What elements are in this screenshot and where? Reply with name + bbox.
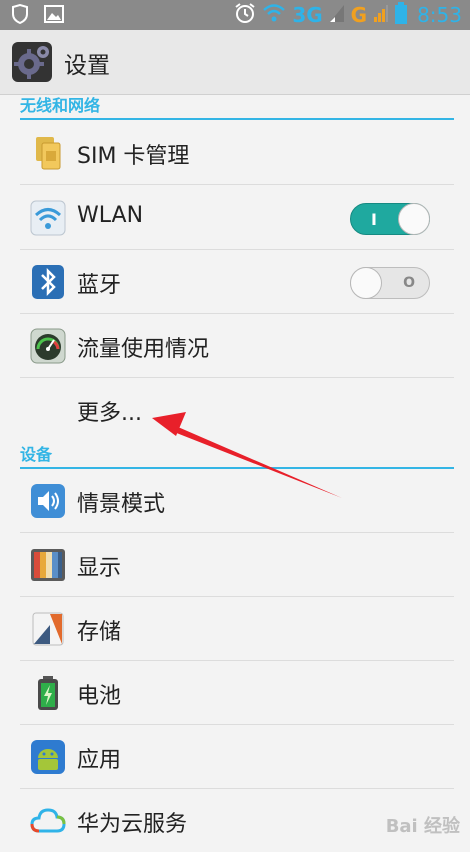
speedometer-icon <box>30 328 66 364</box>
settings-item-label: 更多... <box>77 401 142 426</box>
settings-item-label: 情景模式 <box>77 492 166 517</box>
page-title: 设置 <box>64 53 110 79</box>
settings-item-label: SIM 卡管理 <box>77 144 190 169</box>
settings-item-label: 华为云服务 <box>77 812 188 837</box>
settings-item-wlan[interactable]: WLAN I <box>20 185 454 250</box>
section-title: 无线和网络 <box>20 96 101 115</box>
alarm-icon <box>234 2 256 28</box>
toggle-on-mark: I <box>371 210 377 229</box>
settings-item-more[interactable]: 更多... <box>20 377 454 441</box>
settings-item-label: 蓝牙 <box>77 273 122 298</box>
android-icon <box>30 739 66 775</box>
signal-icon <box>373 3 389 27</box>
settings-item-label: WLAN <box>77 203 144 228</box>
settings-item-label: 流量使用情况 <box>77 337 210 362</box>
settings-item-apps[interactable]: 应用 <box>20 724 454 789</box>
cloud-icon <box>30 803 66 839</box>
speaker-icon <box>30 483 66 519</box>
battery-icon <box>30 675 66 711</box>
network-3g-label: 3G <box>292 3 323 27</box>
action-bar: 设置 <box>0 30 470 95</box>
signal-icon <box>329 3 345 27</box>
shield-icon <box>10 3 30 28</box>
settings-item-display[interactable]: 显示 <box>20 532 454 597</box>
wifi-icon <box>262 3 286 27</box>
status-bar: 3G G 8:53 <box>0 0 470 30</box>
toggle-knob[interactable] <box>350 267 382 299</box>
network-g-label: G <box>350 3 368 27</box>
storage-icon <box>30 611 66 647</box>
settings-item-label: 显示 <box>77 556 122 581</box>
bluetooth-icon <box>30 264 66 300</box>
toggle-off-mark: O <box>403 275 415 291</box>
clock-time: 8:53 <box>417 3 462 27</box>
toggle-knob[interactable] <box>398 203 430 235</box>
settings-item-sim[interactable]: SIM 卡管理 <box>20 120 454 185</box>
battery-icon <box>395 2 408 28</box>
image-icon <box>44 5 64 27</box>
settings-gear-icon[interactable] <box>12 42 52 82</box>
wifi-icon <box>30 200 66 236</box>
watermark-logo: Bai 经验 <box>385 816 460 837</box>
section-header-wireless: 无线和网络 <box>20 94 454 120</box>
settings-item-profiles[interactable]: 情景模式 <box>20 468 454 533</box>
settings-item-label: 存储 <box>77 620 122 645</box>
settings-item-storage[interactable]: 存储 <box>20 596 454 661</box>
settings-item-label: 电池 <box>77 684 122 709</box>
bluetooth-toggle[interactable]: O <box>350 267 430 299</box>
display-icon <box>30 547 66 583</box>
wlan-toggle[interactable]: I <box>350 203 430 235</box>
settings-item-bluetooth[interactable]: 蓝牙 O <box>20 249 454 314</box>
settings-item-data-usage[interactable]: 流量使用情况 <box>20 313 454 378</box>
section-header-device: 设备 <box>20 443 454 469</box>
settings-item-battery[interactable]: 电池 <box>20 660 454 725</box>
settings-item-label: 应用 <box>77 748 122 773</box>
sim-card-icon <box>30 135 66 171</box>
section-title: 设备 <box>20 445 53 464</box>
